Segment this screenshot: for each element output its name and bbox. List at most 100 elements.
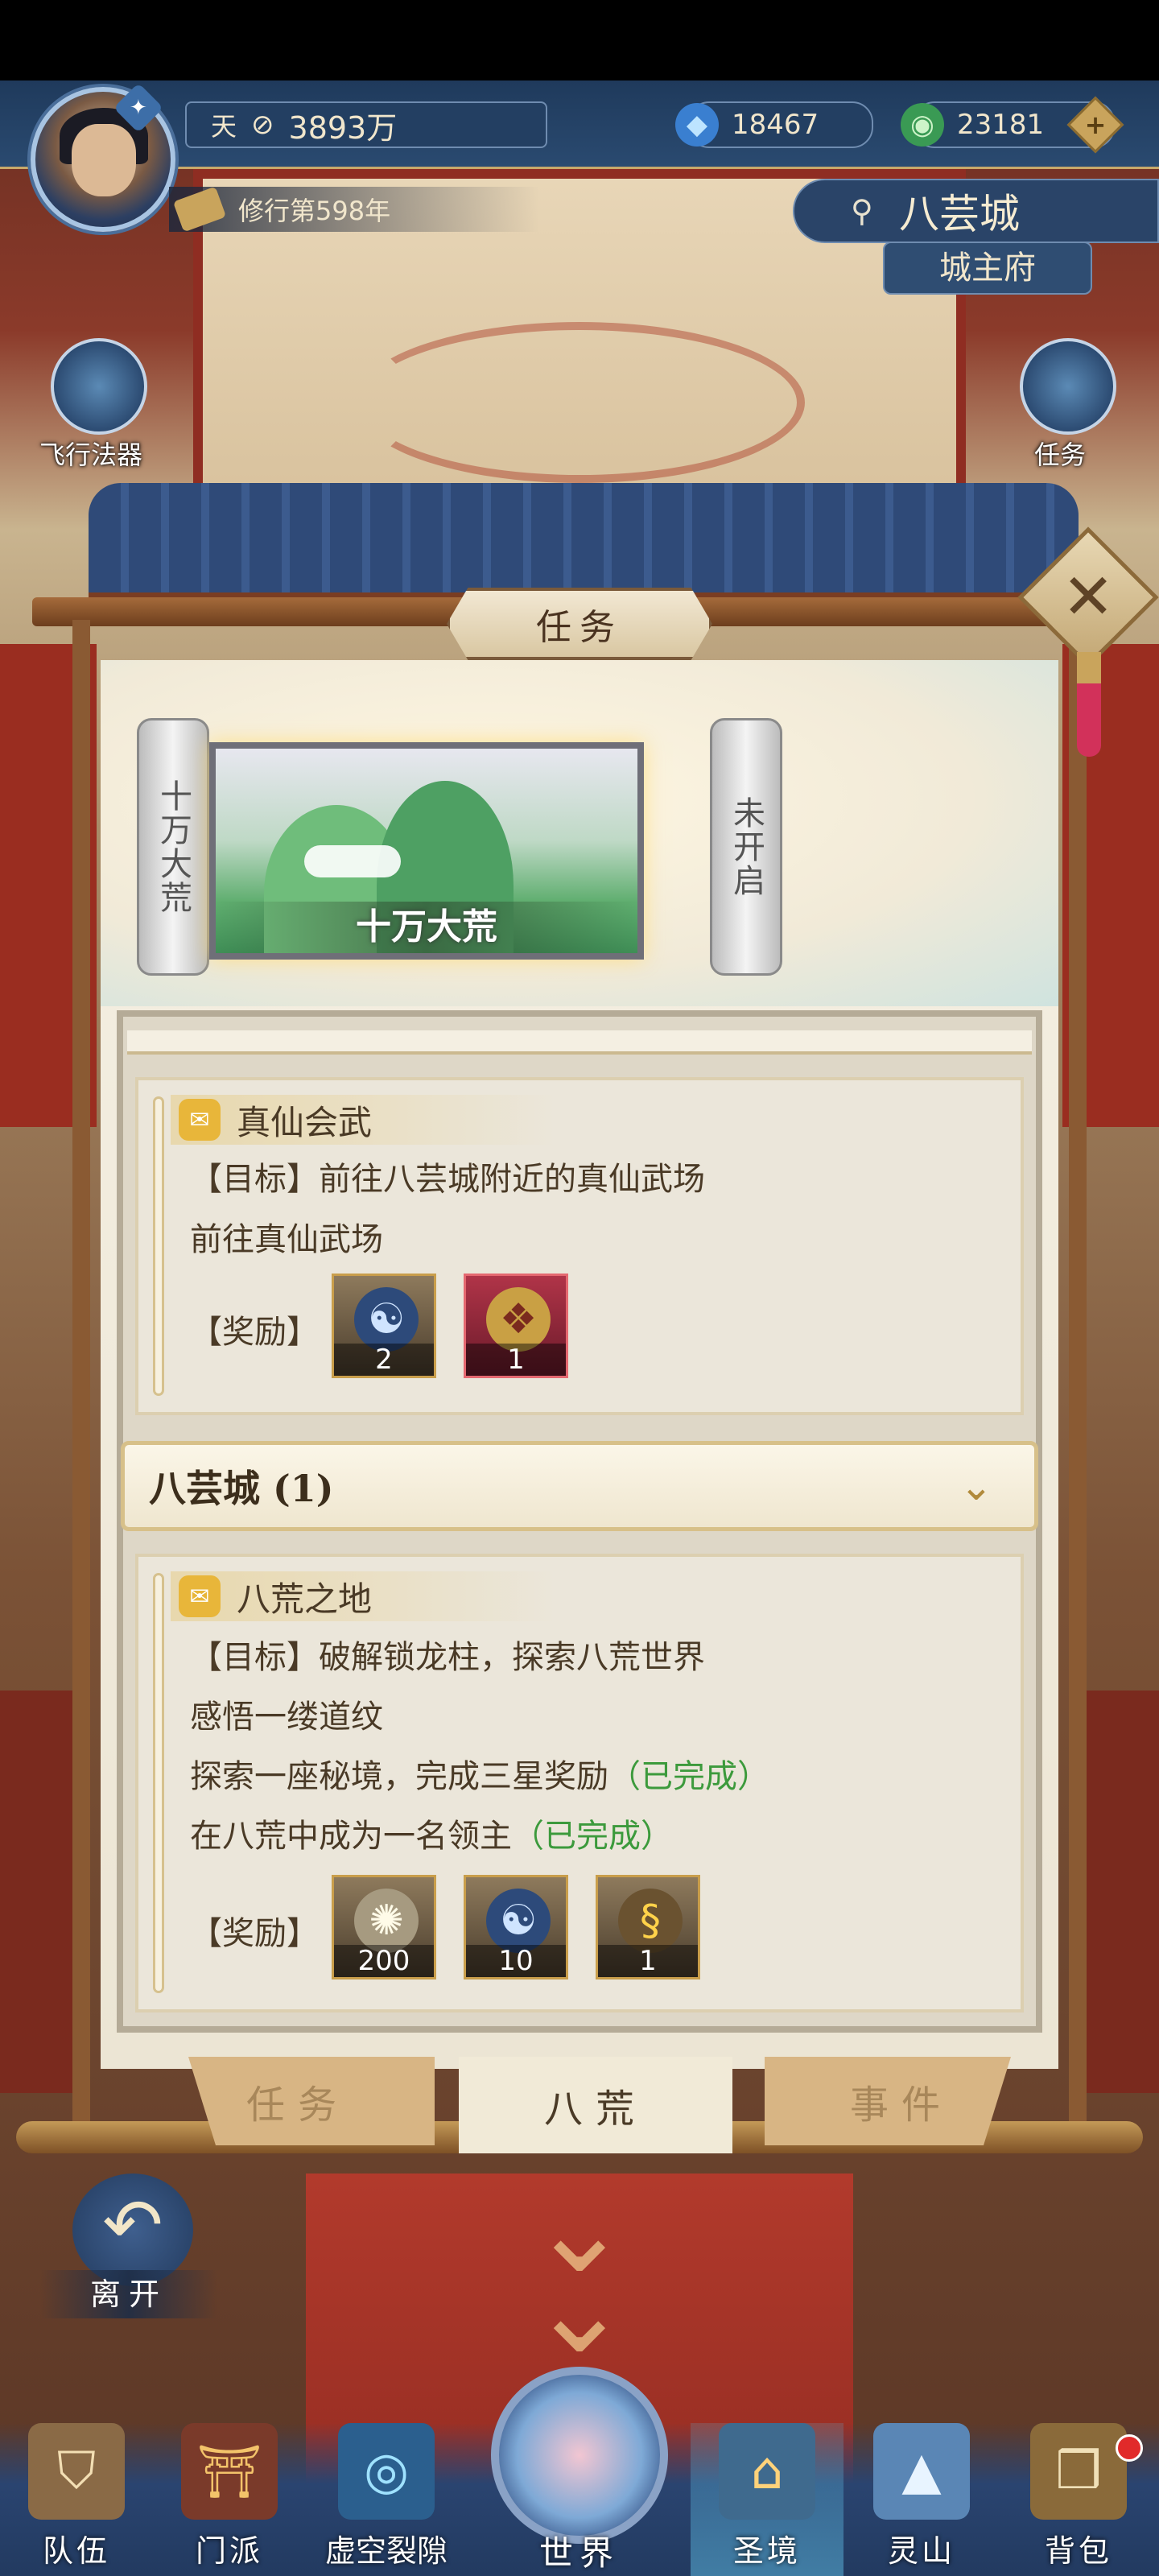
nav-world[interactable] xyxy=(491,2367,668,2544)
reward-item[interactable]: ☯ 2 xyxy=(332,1274,436,1378)
right-table xyxy=(1087,1690,1159,2093)
red-treasure-bag-icon: ❖ xyxy=(486,1287,551,1352)
reward-count: 1 xyxy=(466,1344,566,1376)
quest-line: 在八荒中成为一名领主（已完成） xyxy=(190,1810,673,1856)
realm-scroll-unlocked[interactable]: 十万大荒 xyxy=(137,718,209,976)
gem-count: 18467 xyxy=(732,109,819,141)
quest-line: 探索一座秘境，完成三星奖励（已完成） xyxy=(190,1750,769,1797)
realm-card-label: 十万大荒 xyxy=(216,902,637,953)
combat-power-value: 3893万 xyxy=(288,109,398,146)
mountain-icon: ▲ xyxy=(873,2423,970,2520)
yin-yang-orb-icon: ☯ xyxy=(486,1889,551,1953)
quest-line: 感悟一缕道纹 xyxy=(190,1690,383,1737)
realm-card-selected[interactable]: 十万大荒 xyxy=(209,742,644,960)
tassel-decoration xyxy=(1077,652,1101,757)
location-place[interactable]: 城主府 xyxy=(883,242,1092,295)
quest-line-text: 在八荒中成为一名领主 xyxy=(190,1818,512,1855)
tasks-side-label: 任务 xyxy=(1033,440,1086,470)
quest-line-text: 【目标】破解锁龙柱，探索八荒世界 xyxy=(190,1639,705,1676)
combat-power-icon: ⊘ xyxy=(251,109,274,141)
nav-spirit-mountain[interactable]: ▲ 灵山 xyxy=(853,2415,990,2576)
task-scroll-icon xyxy=(1020,338,1116,435)
pagoda-icon: ⌂ xyxy=(719,2423,815,2520)
reward-count: 1 xyxy=(598,1945,698,1977)
nav-spirit-mountain-label: 灵山 xyxy=(887,2533,955,2569)
location-city[interactable]: ⚲ 八芸城 xyxy=(793,179,1159,243)
tab-bahuang[interactable]: 八荒 xyxy=(459,2057,732,2153)
return-arrow-icon: ↶ xyxy=(72,2174,193,2286)
reward-count: 200 xyxy=(334,1945,434,1977)
city-group-header[interactable]: 八芸城 (1) ⌄ xyxy=(121,1441,1038,1531)
sect-gate-icon: ⛩ xyxy=(181,2423,278,2520)
nav-team-label: 队伍 xyxy=(42,2533,110,2569)
card-border-decoration xyxy=(153,1573,164,1993)
phoenix-mural xyxy=(354,322,805,483)
cloud-art xyxy=(304,845,401,877)
avatar-face xyxy=(72,124,136,196)
quest-line: 【目标】前往八芸城附近的真仙武场 xyxy=(190,1161,705,1198)
leave-button[interactable]: ↶ 离开 xyxy=(40,2174,217,2326)
flying-artifact-button[interactable]: 飞行法器 xyxy=(23,338,159,470)
nav-sect[interactable]: ⛩ 门派 xyxy=(161,2415,298,2576)
void-rift-icon: ◎ xyxy=(338,2423,435,2520)
reward-count: 10 xyxy=(466,1945,566,1977)
cultivation-text: 修行第598年 xyxy=(238,196,391,226)
realm-scroll-locked[interactable]: 未开启 xyxy=(710,718,782,976)
nav-backpack-label: 背包 xyxy=(1044,2533,1112,2569)
backpack-icon: ❒ xyxy=(1030,2423,1127,2520)
quest-list-top-edge xyxy=(127,1030,1032,1055)
nav-team[interactable]: ⛉ 队伍 xyxy=(8,2415,145,2576)
realm-scroll-label: 十万大荒 xyxy=(155,779,192,914)
quest-name: 真仙会武 xyxy=(237,1102,373,1142)
reward-count: 2 xyxy=(334,1344,434,1376)
nav-sect-label: 门派 xyxy=(195,2533,263,2569)
quest-scroll-icon: ✉ xyxy=(179,1575,221,1617)
card-border-decoration xyxy=(153,1096,164,1396)
nav-holy-realm[interactable]: ⌂ 圣境 xyxy=(699,2415,835,2576)
quest-line: 【目标】破解锁龙柱，探索八荒世界 xyxy=(190,1631,705,1678)
panel-roof xyxy=(89,483,1079,604)
reward-item[interactable]: § 1 xyxy=(596,1875,700,1979)
chevron-down-icon: ⌄ xyxy=(959,1463,993,1509)
plus-icon: + xyxy=(1084,109,1107,140)
quest-line: 前往真仙武场 xyxy=(190,1221,383,1258)
nav-void-rift-label: 虚空裂隙 xyxy=(324,2533,448,2569)
notification-dot xyxy=(1116,2434,1143,2462)
scroll-icon xyxy=(172,186,227,233)
tab-task[interactable]: 任务 xyxy=(188,2057,435,2145)
panel-title: 任务 xyxy=(447,588,712,660)
golden-dragon-icon: § xyxy=(618,1889,683,1953)
locked-scroll-label: 未开启 xyxy=(728,796,765,898)
panel-tabs: 任务 八荒 事件 xyxy=(105,2057,1054,2153)
location-pin-icon: ⚲ xyxy=(851,193,873,229)
flying-artifact-label: 飞行法器 xyxy=(39,440,142,470)
reward-item[interactable]: ☯ 10 xyxy=(464,1875,568,1979)
reward-item[interactable]: ✺ 200 xyxy=(332,1875,436,1979)
realm-tag: 天 xyxy=(211,111,237,142)
city-name: 八芸城 xyxy=(899,191,1020,237)
quest-scroll-icon: ✉ xyxy=(179,1099,221,1141)
tasks-side-button[interactable]: 任务 xyxy=(992,338,1128,470)
quest-line-text: 感悟一缕道纹 xyxy=(190,1699,383,1736)
quest-card[interactable]: ✉ 真仙会武 【目标】前往八芸城附近的真仙武场 前往真仙武场 【奖励】 ☯ 2 … xyxy=(135,1077,1024,1415)
jade-coin-icon: ◉ xyxy=(901,103,944,147)
jade-count: 23181 xyxy=(957,109,1045,141)
tab-event[interactable]: 事件 xyxy=(765,2057,1011,2145)
completed-status: （已完成） xyxy=(608,1758,769,1795)
close-icon: ✕ xyxy=(1062,561,1115,634)
quest-title: ✉ 真仙会武 xyxy=(171,1095,557,1145)
team-hat-icon: ⛉ xyxy=(28,2423,125,2520)
reward-label: 【奖励】 xyxy=(190,1314,319,1351)
gem-resource: ◆ 18467 xyxy=(675,101,873,148)
completed-status: （已完成） xyxy=(512,1818,673,1855)
quest-line-text: 探索一座秘境，完成三星奖励 xyxy=(190,1758,608,1795)
reward-item[interactable]: ❖ 1 xyxy=(464,1274,568,1378)
quest-card[interactable]: ✉ 八荒之地 【目标】破解锁龙柱，探索八荒世界 感悟一缕道纹 探索一座秘境，完成… xyxy=(135,1554,1024,2013)
spirit-essence-icon: ✺ xyxy=(354,1889,419,1953)
yin-yang-orb-icon: ☯ xyxy=(354,1287,419,1352)
nav-void-rift[interactable]: ◎ 虚空裂隙 xyxy=(318,2415,455,2576)
cultivation-years: 修行第598年 xyxy=(169,186,539,233)
reward-label: 【奖励】 xyxy=(190,1915,319,1952)
location-box[interactable]: ⚲ 八芸城 城主府 xyxy=(793,179,1159,299)
left-table xyxy=(0,1690,72,2093)
